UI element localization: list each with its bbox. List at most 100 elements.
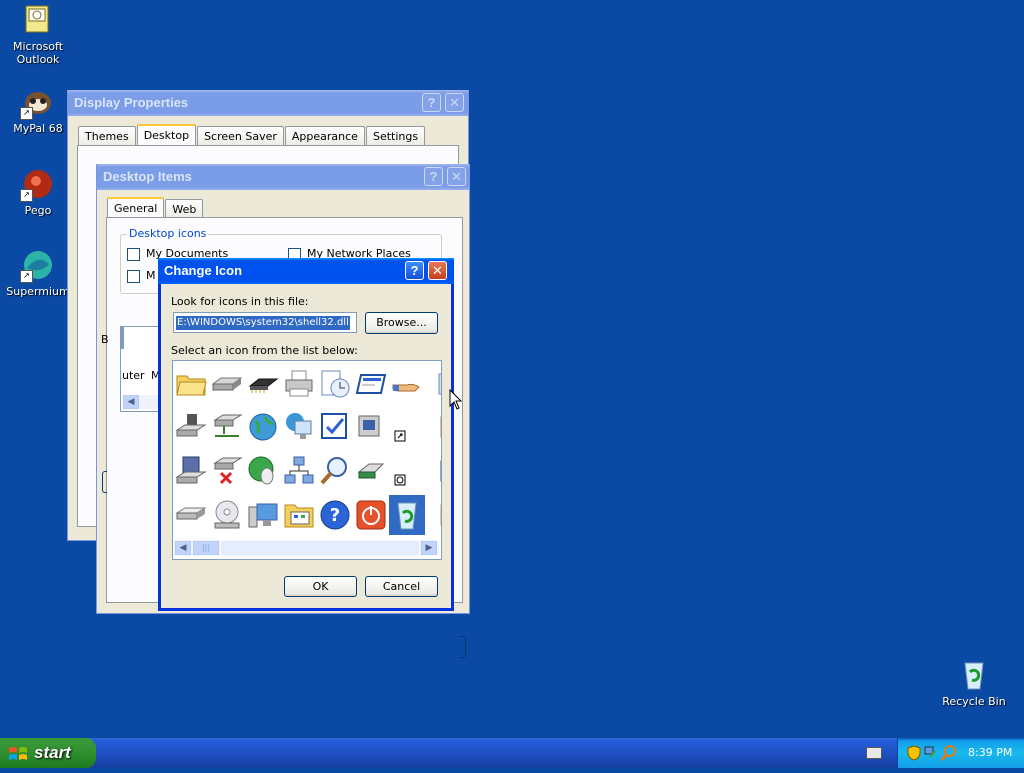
clock-overlay-icon[interactable] — [389, 451, 425, 491]
window-title: Desktop Items — [103, 169, 192, 184]
icon-list[interactable]: ? ◀ ||| ▶ — [172, 360, 442, 560]
tab-web[interactable]: Web — [165, 199, 204, 219]
security-shield-icon[interactable] — [907, 745, 921, 764]
partial-icon[interactable] — [425, 451, 441, 491]
scheduled-tasks-icon[interactable] — [317, 364, 353, 404]
keyboard-tray-icon[interactable] — [866, 747, 882, 759]
shared-hand-icon[interactable] — [389, 364, 425, 404]
icon-list-scrollbar[interactable]: ◀ ||| ▶ — [173, 540, 439, 556]
partial-icon[interactable] — [425, 364, 441, 404]
checkbox-label: M — [146, 269, 156, 282]
scroll-left-button[interactable]: ◀ — [175, 541, 191, 555]
scroll-track[interactable] — [221, 541, 419, 555]
preview-label: uter — [122, 369, 145, 382]
shortcut-overlay-icon[interactable] — [389, 407, 425, 447]
tab-appearance[interactable]: Appearance — [284, 126, 365, 146]
network-connections-icon[interactable] — [281, 451, 317, 491]
checkbox[interactable] — [127, 247, 140, 261]
desktop-icon-recycle-bin[interactable]: Recycle Bin — [936, 658, 1012, 708]
clock[interactable]: 8:39 PM — [968, 738, 1012, 768]
scroll-right-button[interactable]: ▶ — [421, 541, 437, 555]
help-icon[interactable]: ? — [317, 495, 353, 535]
scroll-thumb[interactable]: ||| — [193, 541, 219, 555]
network-hard-drive-icon[interactable] — [209, 407, 245, 447]
tab-settings[interactable]: Settings — [365, 126, 426, 146]
shortcut-arrow-icon: ↗ — [20, 107, 33, 120]
desktop-icon-outlook[interactable]: Microsoft Outlook — [0, 3, 76, 66]
media-device-icon[interactable] — [353, 407, 389, 447]
control-panel-icon[interactable] — [281, 495, 317, 535]
desktop-icon-mypal[interactable]: ↗ MyPal 68 — [0, 85, 76, 135]
desktop-icon-label: Microsoft Outlook — [12, 40, 64, 66]
cd-drive-icon[interactable] — [209, 495, 245, 535]
mypal-icon: ↗ — [20, 85, 55, 120]
globe-mouse-icon[interactable] — [245, 451, 281, 491]
cancel-button[interactable]: Cancel — [365, 576, 438, 597]
memory-chip-icon[interactable] — [245, 364, 281, 404]
printer-icon[interactable] — [281, 364, 317, 404]
display-properties-titlebar[interactable]: Display Properties ? ✕ — [68, 90, 468, 116]
windows-logo-icon — [8, 743, 28, 761]
hard-drive-icon[interactable] — [173, 495, 209, 535]
desktop-icon-label: MyPal 68 — [13, 122, 63, 135]
svg-text:?: ? — [330, 505, 340, 526]
ok-button[interactable]: OK — [284, 576, 357, 597]
desktop-icon-label: Pego — [24, 204, 52, 217]
file-path-input[interactable]: E:\WINDOWS\system32\shell32.dll — [173, 312, 357, 333]
close-button[interactable]: ✕ — [428, 261, 447, 280]
desktop-icons-group-label: Desktop icons — [127, 227, 209, 240]
floppy-drive-icon[interactable] — [209, 364, 245, 404]
removable-drive-icon[interactable] — [353, 451, 389, 491]
network-drive-icon[interactable] — [173, 407, 209, 447]
browse-button[interactable]: Browse... — [365, 312, 438, 334]
mouse-cursor-icon — [449, 389, 463, 410]
file-label: Look for icons in this file: — [171, 295, 309, 308]
search-magnifier-icon[interactable] — [317, 451, 353, 491]
desktop-icon-pego[interactable]: ↗ Pego — [0, 167, 76, 217]
shutdown-icon[interactable] — [353, 495, 389, 535]
checklist-window-icon[interactable] — [317, 407, 353, 447]
shortcut-arrow-icon: ↗ — [20, 189, 33, 202]
taskbar: start 8:39 PM — [0, 738, 1024, 768]
help-button[interactable]: ? — [405, 261, 424, 280]
tab-desktop[interactable]: Desktop — [136, 124, 197, 147]
internet-globe-icon[interactable] — [245, 407, 281, 447]
checkbox[interactable] — [127, 269, 140, 283]
network-computer-icon[interactable] — [281, 407, 317, 447]
run-dialog-icon[interactable] — [353, 364, 389, 404]
start-button[interactable]: start — [0, 738, 96, 768]
tab-screen-saver[interactable]: Screen Saver — [197, 126, 284, 146]
recycle-bin-full-icon[interactable] — [389, 495, 425, 535]
partial-icon[interactable] — [425, 407, 441, 447]
outlook-icon — [21, 3, 55, 37]
help-button[interactable]: ? — [422, 93, 441, 112]
tab-themes[interactable]: Themes — [78, 126, 136, 146]
floppy-save-icon[interactable] — [173, 451, 209, 491]
recycle-bin-icon — [957, 658, 991, 692]
partial-icon[interactable] — [425, 495, 441, 535]
folder-icon[interactable] — [173, 364, 209, 404]
file-path-value: E:\WINDOWS\system32\shell32.dll — [176, 316, 350, 330]
close-button[interactable]: ✕ — [445, 93, 464, 112]
desktop-icon-supermium[interactable]: ↗ Supermium — [0, 248, 76, 298]
desktop-items-titlebar[interactable]: Desktop Items ? ✕ — [97, 164, 469, 190]
supermium-icon: ↗ — [20, 248, 55, 283]
scroll-left-button[interactable]: ◀ — [123, 395, 139, 409]
partial-button-edge — [459, 636, 466, 658]
pego-icon: ↗ — [20, 167, 55, 202]
computer-icon[interactable] — [245, 495, 281, 535]
list-label: Select an icon from the list below: — [171, 344, 358, 357]
network-tray-icon[interactable] — [924, 745, 938, 764]
window-title: Display Properties — [74, 95, 189, 110]
desktop-icon-label: Recycle Bin — [942, 695, 1006, 708]
change-icon-titlebar[interactable]: Change Icon ? ✕ — [158, 258, 454, 284]
partial-label: B — [101, 333, 109, 346]
help-button[interactable]: ? — [424, 167, 443, 186]
disconnected-drive-icon[interactable] — [209, 451, 245, 491]
search-tray-icon[interactable] — [940, 745, 957, 764]
checkbox-my-computer[interactable]: M — [127, 269, 156, 283]
restore-default-edge — [102, 471, 107, 493]
close-button[interactable]: ✕ — [447, 167, 466, 186]
start-label: start — [34, 743, 71, 762]
window-title: Change Icon — [164, 263, 243, 278]
